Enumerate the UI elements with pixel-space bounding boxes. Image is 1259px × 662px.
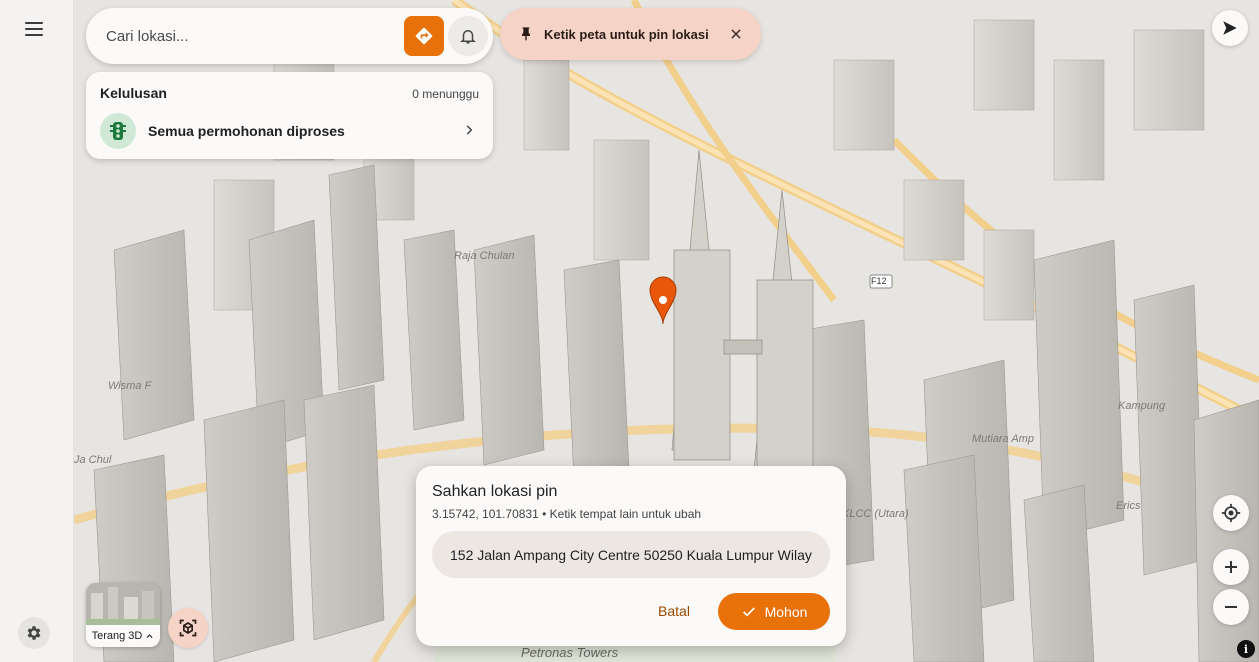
close-hint-button[interactable] [726,24,746,44]
dialog-coordinates: 3.15742, 101.70831 • Ketik tempat lain u… [432,507,702,521]
zoom-out-button[interactable] [1213,589,1249,625]
map-label-klcc: KLCC (Utara) [842,508,909,520]
clearance-card: Kelulusan 0 menunggu Semua permohonan di… [86,72,493,159]
plus-icon [1225,561,1237,573]
minus-icon [1225,606,1237,608]
bell-icon [460,30,476,44]
dialog-title: Sahkan lokasi pin [432,483,558,500]
ar-view-button[interactable] [168,608,208,648]
map-label-petronas: Petronas Towers [521,645,619,660]
checkmark-icon [742,606,755,617]
map-label-mutiara: Mutiara Amp [972,433,1034,445]
all-requests-label: Semua permohonan diproses [148,123,345,139]
close-icon [731,29,741,39]
hamburger-menu-icon[interactable] [22,18,46,42]
search-bar [86,8,493,64]
pushpin-icon [522,27,530,41]
address-field[interactable] [432,531,830,578]
info-icon: i [1243,642,1249,656]
chevron-right-icon [466,125,473,135]
confirm-pin-dialog: Sahkan lokasi pin 3.15742, 101.70831 • K… [416,466,846,646]
map-label-route: F12 [871,276,887,286]
apply-button[interactable]: Mohon [718,593,830,630]
pin-hint-text: Ketik peta untuk pin lokasi [544,27,709,42]
traffic-light-icon [110,122,126,140]
pin-hint-chip: Ketik peta untuk pin lokasi [500,8,761,60]
pending-count: 0 menunggu [412,87,479,101]
left-rail [0,0,74,662]
zoom-in-button[interactable] [1213,549,1249,585]
search-input[interactable] [106,27,396,45]
map-label-ericsson: Erics [1116,500,1141,512]
layer-thumbnail-image [86,583,160,627]
clearance-title: Kelulusan [100,85,167,101]
cancel-button[interactable]: Batal [646,593,702,629]
info-button[interactable]: i [1237,640,1255,658]
chevron-up-icon [146,633,153,638]
notifications-button[interactable] [448,16,488,56]
all-requests-row[interactable]: Semua permohonan diproses [100,113,480,149]
apply-label: Mohon [764,603,808,620]
directions-icon [415,27,433,45]
gear-icon [27,626,41,640]
traffic-light-badge [100,113,136,149]
my-location-button[interactable] [1213,495,1249,531]
ar-cube-icon [179,619,197,637]
navigation-button[interactable] [1212,10,1248,46]
map-label-raja-chulan: Raja Chulan [454,250,515,262]
crosshair-icon [1221,503,1241,523]
map-label-kampung: Kampung [1118,400,1166,412]
map-layer-selector[interactable]: Terang 3D [86,583,160,647]
layer-label: Terang 3D [86,625,160,647]
layer-name: Terang 3D [91,630,143,642]
map-label-chulan: Ja Chul [74,454,112,466]
settings-button[interactable] [18,617,50,649]
map-label-wisma: Wisma F [108,380,152,392]
navigation-arrow-icon [1223,21,1237,35]
cancel-label: Batal [658,603,690,619]
directions-button[interactable] [404,16,444,56]
